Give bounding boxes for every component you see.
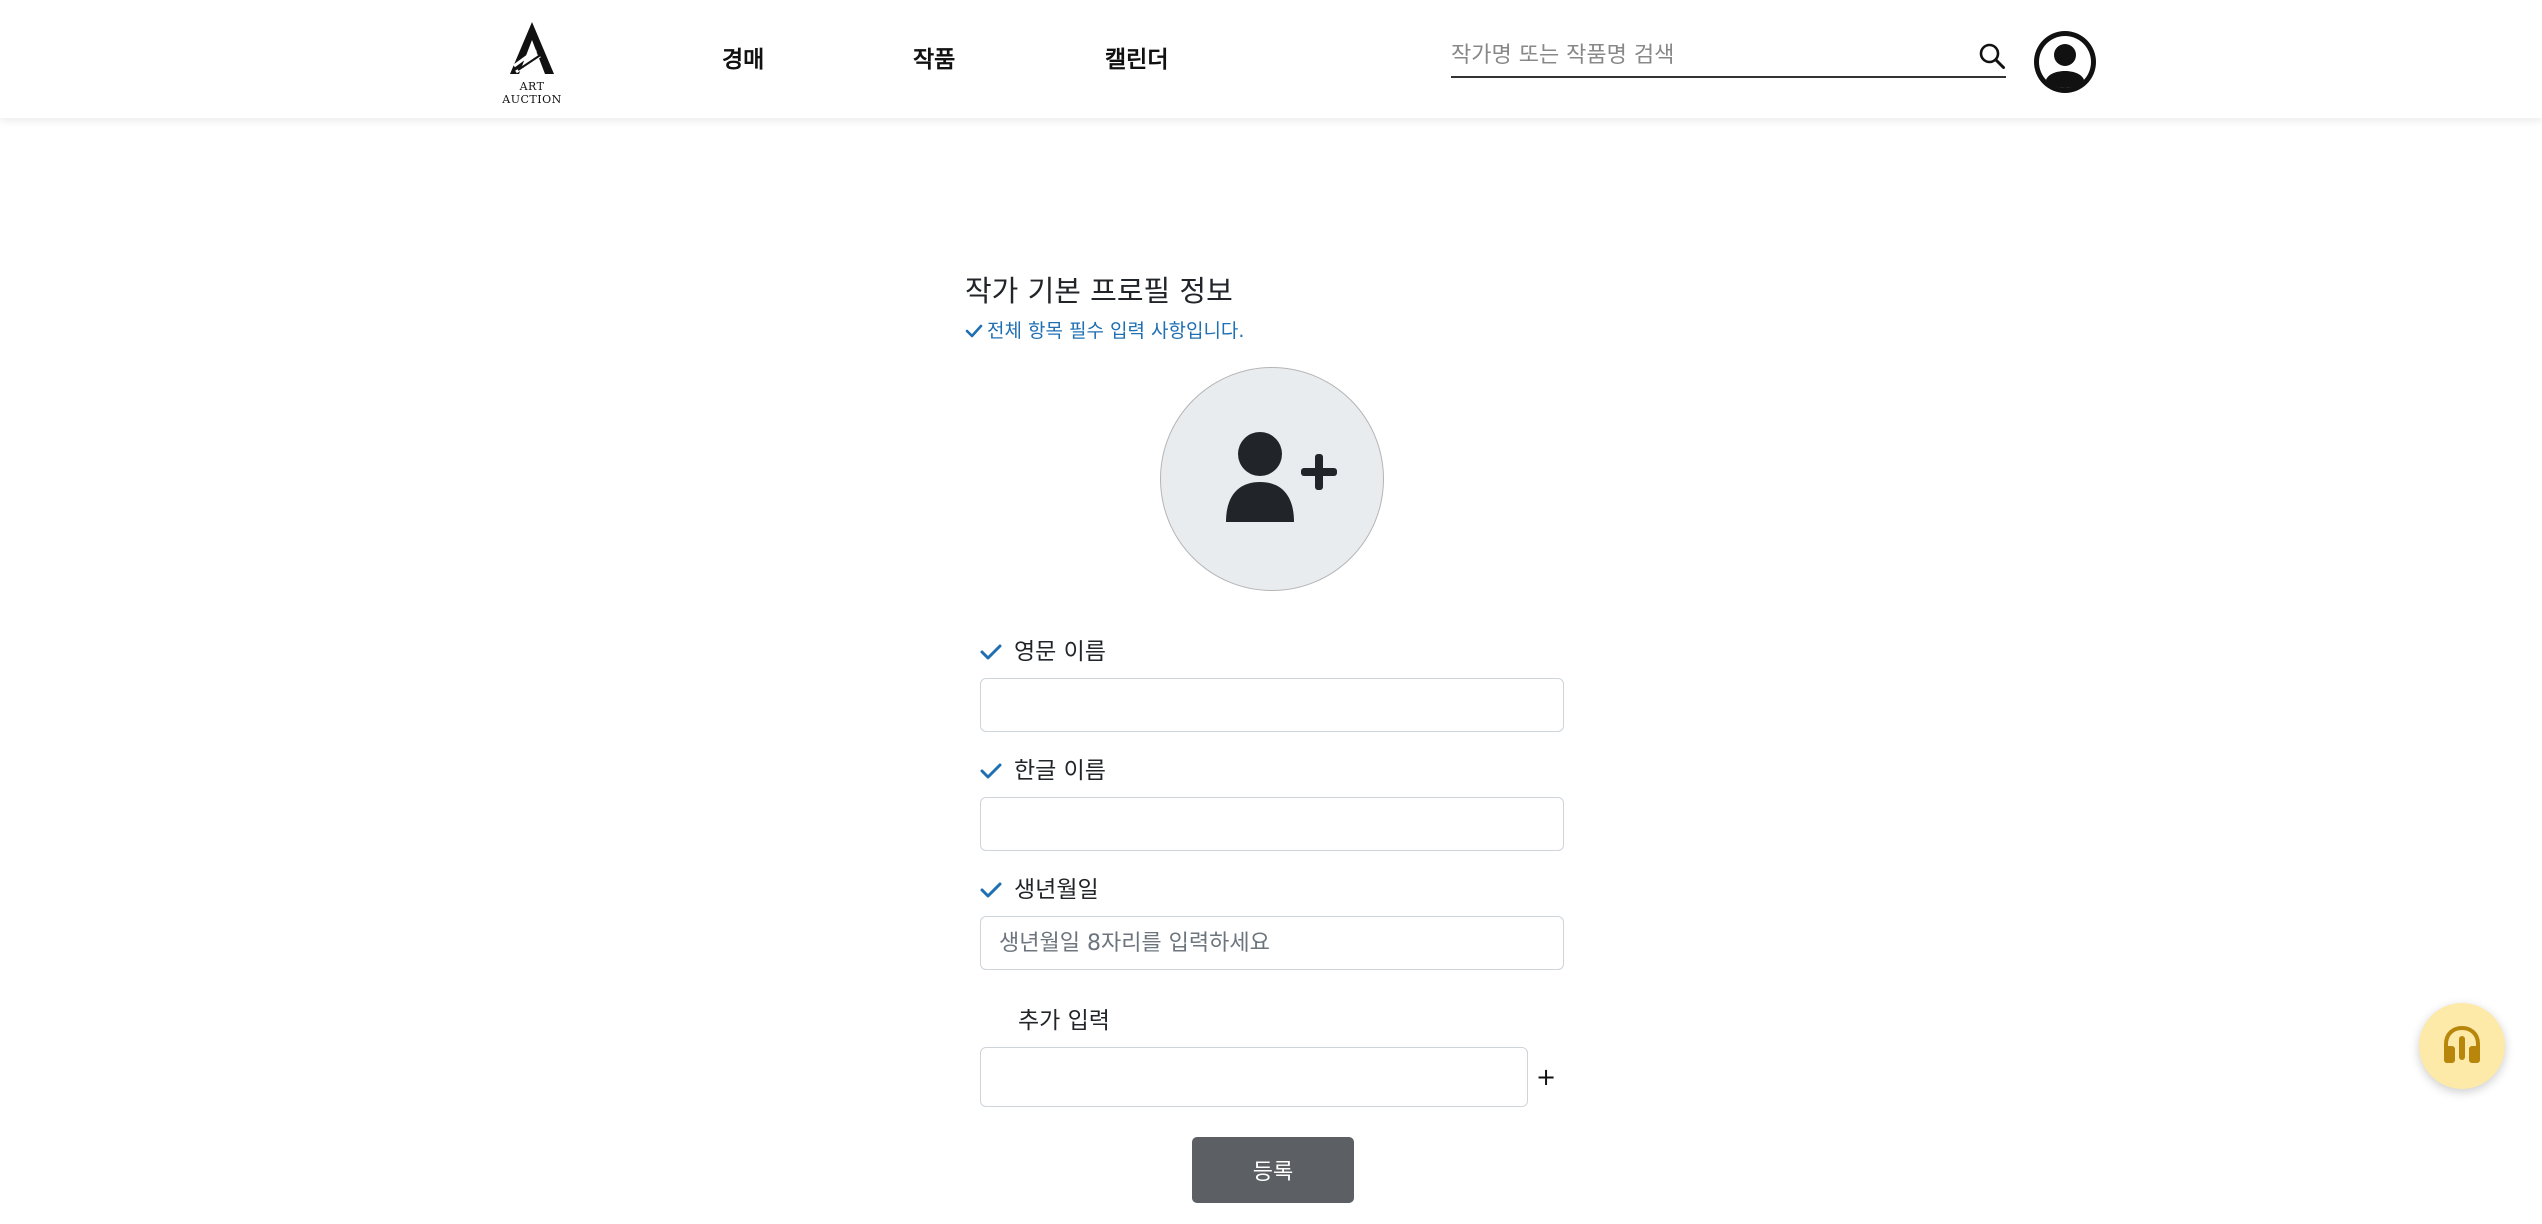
extra-input-label: 추가 입력 bbox=[1018, 1008, 1110, 1034]
nav-auction[interactable]: 경매 bbox=[722, 40, 764, 74]
required-note: 전체 항목 필수 입력 사항입니다. bbox=[965, 316, 1244, 343]
top-header: ART AUCTION 경매 작품 캘린더 bbox=[0, 0, 2542, 118]
english-name-label-text: 영문 이름 bbox=[1014, 639, 1106, 665]
user-plus-icon bbox=[1226, 432, 1337, 522]
check-icon bbox=[980, 763, 1002, 779]
user-avatar-button[interactable] bbox=[2034, 31, 2096, 93]
nav-calendar[interactable]: 캘린더 bbox=[1105, 40, 1168, 74]
add-field-button[interactable]: + bbox=[1536, 1063, 1556, 1091]
page-title: 작가 기본 프로필 정보 bbox=[965, 274, 1233, 308]
english-name-input[interactable] bbox=[980, 678, 1564, 732]
korean-name-label: 한글 이름 bbox=[980, 751, 1106, 785]
check-icon bbox=[980, 644, 1002, 660]
extra-input[interactable] bbox=[980, 1047, 1528, 1107]
required-note-text: 전체 항목 필수 입력 사항입니다. bbox=[987, 320, 1245, 342]
birthdate-input[interactable] bbox=[980, 916, 1564, 970]
check-icon bbox=[965, 324, 983, 338]
korean-name-input[interactable] bbox=[980, 797, 1564, 851]
logo-text: ART AUCTION bbox=[502, 80, 562, 106]
birthdate-label-text: 생년월일 bbox=[1014, 877, 1099, 903]
headset-icon bbox=[2444, 1025, 2480, 1063]
search-bar bbox=[1451, 36, 2006, 78]
birthdate-label: 생년월일 bbox=[980, 870, 1099, 904]
register-button[interactable]: 등록 bbox=[1192, 1137, 1354, 1203]
help-chat-button[interactable] bbox=[2419, 1003, 2505, 1089]
nav-artworks[interactable]: 작품 bbox=[913, 40, 955, 74]
check-icon bbox=[980, 882, 1002, 898]
search-input[interactable] bbox=[1451, 36, 1951, 74]
profile-photo-upload[interactable] bbox=[1160, 367, 1384, 591]
art-auction-logo[interactable]: ART AUCTION bbox=[488, 20, 576, 106]
korean-name-label-text: 한글 이름 bbox=[1014, 758, 1106, 784]
logo-mark-icon bbox=[510, 22, 554, 74]
search-icon[interactable] bbox=[1978, 42, 2006, 70]
user-circle-icon bbox=[2034, 31, 2096, 93]
english-name-label: 영문 이름 bbox=[980, 632, 1106, 666]
